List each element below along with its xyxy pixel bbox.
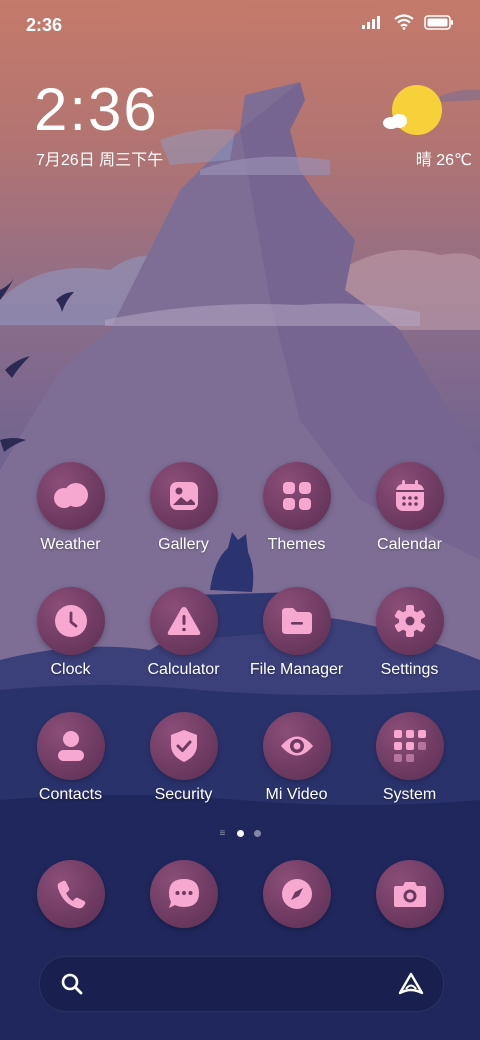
clock-date: 7月26日 周三下午 xyxy=(36,152,164,169)
camera-icon xyxy=(394,882,426,907)
clock-time: 2:36 xyxy=(34,76,159,143)
app-label-clock: Clock xyxy=(50,661,91,678)
search-bar[interactable] xyxy=(39,956,444,1012)
app-themes[interactable]: Themes xyxy=(240,462,353,554)
page-indicator-menu-icon: ≡ xyxy=(219,828,226,839)
app-label-file-manager: File Manager xyxy=(249,661,344,678)
app-label-gallery: Gallery xyxy=(158,536,209,553)
gear-icon xyxy=(394,605,425,637)
person-icon xyxy=(57,731,84,761)
image-icon xyxy=(169,482,198,510)
settings-app-icon[interactable] xyxy=(375,587,444,655)
app-gallery[interactable]: Gallery xyxy=(127,462,240,554)
file-manager-app-icon[interactable] xyxy=(262,587,331,655)
security-app-icon[interactable] xyxy=(149,712,218,780)
wifi-icon xyxy=(394,14,414,30)
app-calculator[interactable]: Calculator xyxy=(127,587,240,679)
phone-icon xyxy=(57,880,86,909)
themes-app-icon[interactable] xyxy=(262,462,331,530)
dock-messages-button[interactable] xyxy=(150,860,218,928)
calendar-app-icon[interactable] xyxy=(375,462,444,530)
weather-app-icon[interactable] xyxy=(36,462,105,530)
app-label-calculator: Calculator xyxy=(147,661,220,678)
status-icons xyxy=(362,14,454,30)
app-system-folder[interactable]: System xyxy=(353,712,466,804)
compass-icon xyxy=(282,879,312,909)
app-calendar[interactable]: Calendar xyxy=(353,462,466,554)
warning-triangle-icon xyxy=(167,607,200,635)
assistant-icon[interactable] xyxy=(397,971,425,997)
page-indicator[interactable]: ≡ xyxy=(0,828,480,839)
weather-text: 晴 26℃ xyxy=(415,152,472,169)
clock-app-icon[interactable] xyxy=(36,587,105,655)
app-label-system: System xyxy=(382,786,437,803)
mi-video-app-icon[interactable] xyxy=(262,712,331,780)
app-label-calendar: Calendar xyxy=(377,536,442,553)
app-clock[interactable]: Clock xyxy=(14,587,127,679)
app-label-mi-video: Mi Video xyxy=(265,786,328,803)
app-label-settings: Settings xyxy=(380,661,439,678)
app-contacts[interactable]: Contacts xyxy=(14,712,127,804)
signal-icon xyxy=(362,16,380,29)
page-dot-active xyxy=(236,830,244,837)
calendar-icon xyxy=(395,480,424,511)
app-mi-video[interactable]: Mi Video xyxy=(240,712,353,804)
cloud-icon xyxy=(383,114,407,129)
dock-phone-button[interactable] xyxy=(37,860,105,928)
dock-camera-button[interactable] xyxy=(376,860,444,928)
search-icon[interactable] xyxy=(60,972,84,996)
app-security[interactable]: Security xyxy=(127,712,240,804)
page-dot xyxy=(253,830,261,837)
battery-icon xyxy=(424,14,453,30)
cloud-icon xyxy=(53,483,88,508)
messages-icon xyxy=(169,879,199,908)
dock-browser-button[interactable] xyxy=(263,860,331,928)
app-label-weather: Weather xyxy=(40,536,101,553)
shield-check-icon xyxy=(170,730,197,762)
status-time: 2:36 xyxy=(26,15,63,35)
gallery-app-icon[interactable] xyxy=(149,462,218,530)
clock-icon xyxy=(54,605,87,637)
app-settings[interactable]: Settings xyxy=(353,587,466,679)
eye-icon xyxy=(280,736,313,756)
app-label-security: Security xyxy=(154,786,213,803)
grid-icon xyxy=(282,482,311,510)
folder-icon xyxy=(281,608,312,634)
contacts-app-icon[interactable] xyxy=(36,712,105,780)
app-weather[interactable]: Weather xyxy=(14,462,127,554)
system-folder-icon[interactable] xyxy=(375,712,444,780)
folder-grid-icon xyxy=(393,730,426,762)
app-label-themes: Themes xyxy=(267,536,326,553)
status-bar: 2:36 xyxy=(0,0,480,50)
app-label-contacts: Contacts xyxy=(38,786,103,803)
calculator-app-icon[interactable] xyxy=(149,587,218,655)
app-file-manager[interactable]: File Manager xyxy=(240,587,353,679)
